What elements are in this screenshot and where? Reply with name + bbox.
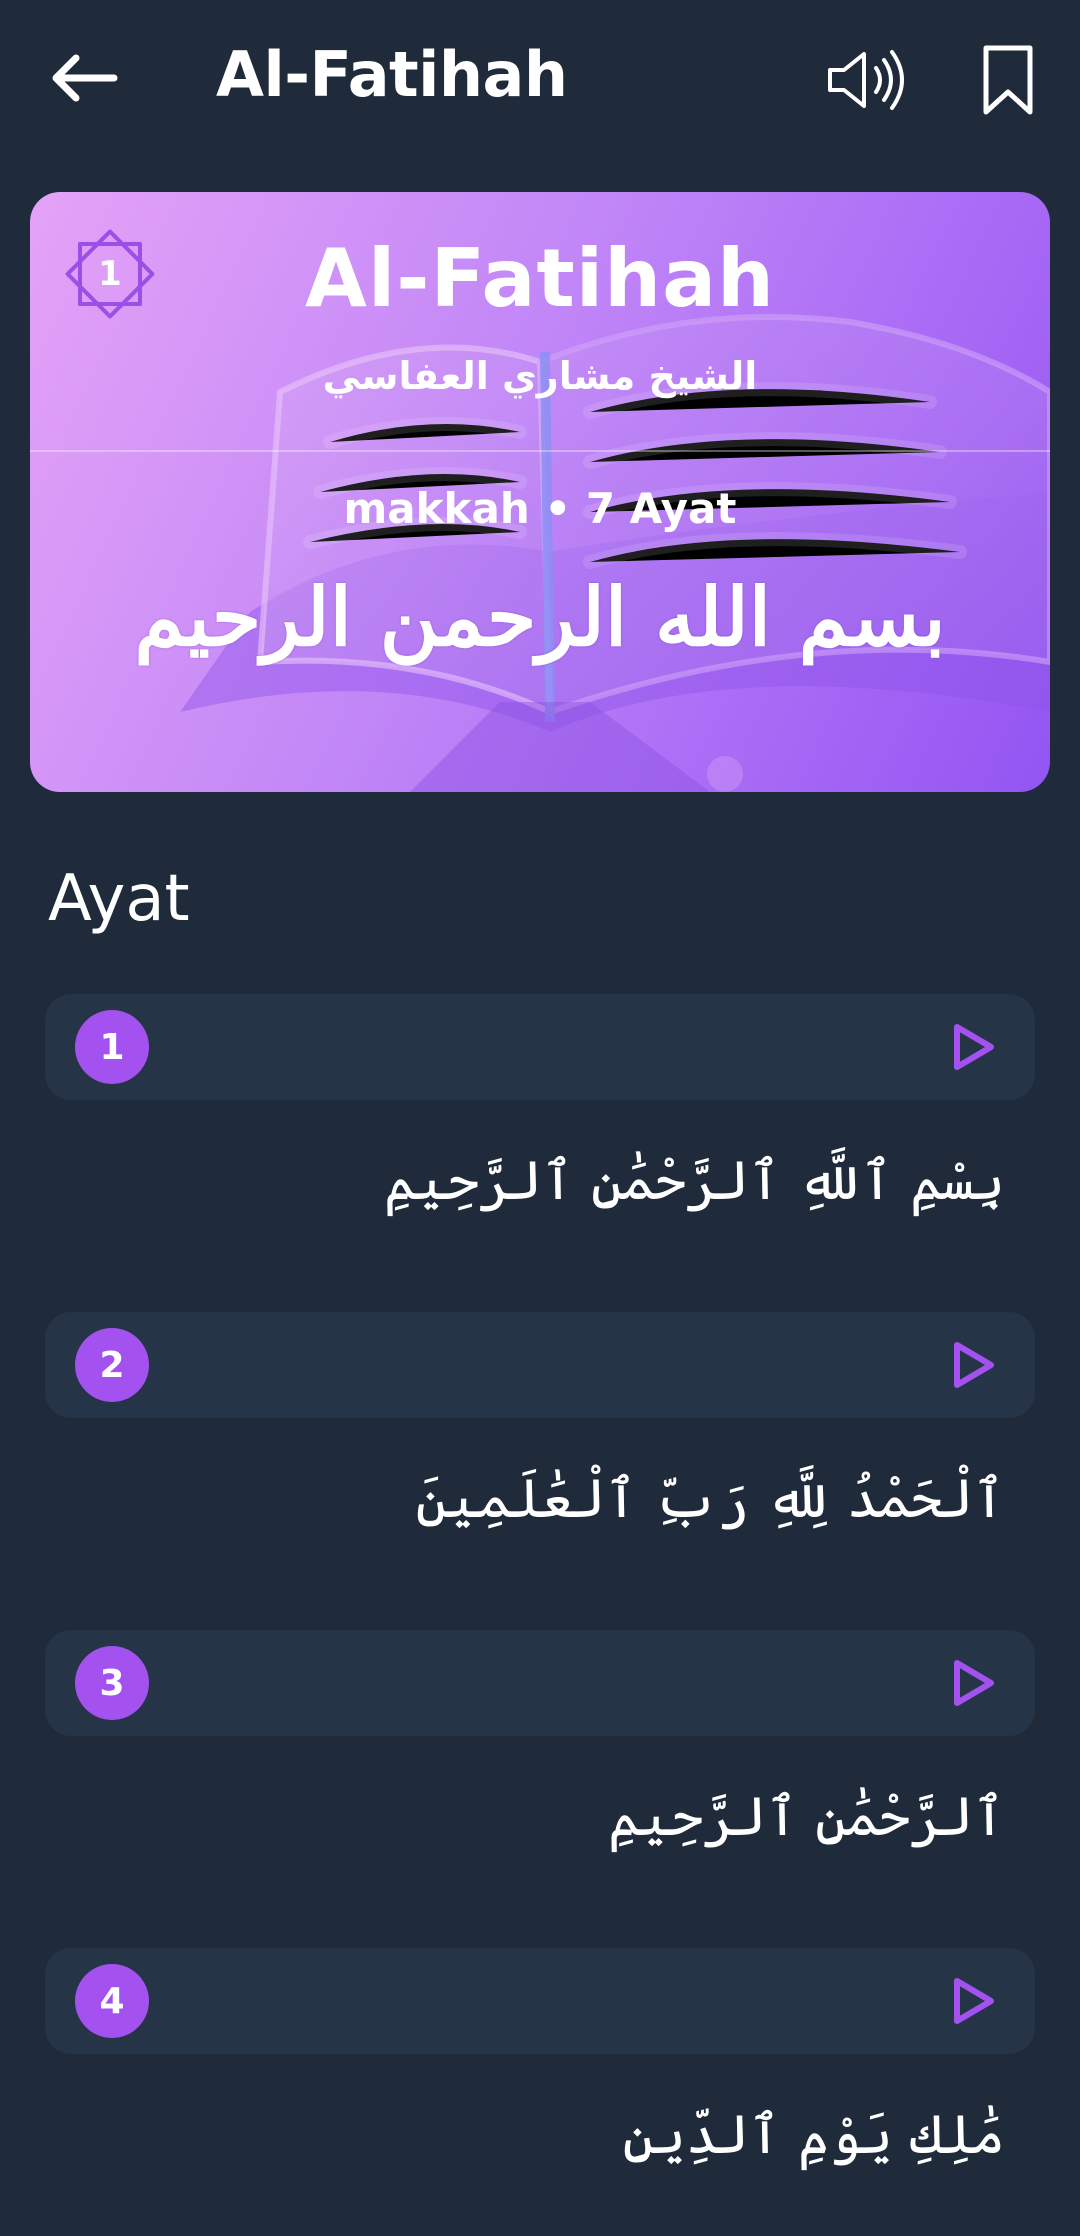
surah-hero-card: 1 Al-Fatihah الشيخ مشاري العفاسي makkah … — [30, 192, 1050, 792]
ayah-item: 4 مَٰلِكِ يَوْمِ ٱلدِّينِ — [45, 1948, 1035, 2180]
play-ayah-button[interactable] — [947, 1021, 999, 1073]
play-ayah-button[interactable] — [947, 1657, 999, 1709]
basmala-calligraphy: بسم الله الرحمن الرحيم — [134, 570, 946, 664]
ayah-arabic-text: مَٰلِكِ يَوْمِ ٱلدِّينِ — [622, 2103, 1005, 2166]
bookmark-button[interactable] — [976, 40, 1040, 120]
play-icon — [954, 1978, 994, 2024]
ayah-number-badge: 3 — [75, 1646, 149, 1720]
page-title: Al-Fatihah — [216, 38, 568, 111]
speaker-icon — [828, 50, 904, 110]
arrow-left-icon — [52, 54, 118, 102]
back-button[interactable] — [44, 40, 124, 120]
ayah-arabic-text: ٱلْحَمْدُ لِلَّهِ رَبِّ ٱلْعَٰلَمِينَ — [415, 1467, 1005, 1530]
reciter-name: الشيخ مشاري العفاسي — [322, 354, 758, 398]
ayah-arabic-text: ٱلرَّحْمَٰنِ ٱلرَّحِيمِ — [608, 1785, 1005, 1848]
surah-meta: makkah • 7 Ayat — [343, 484, 737, 533]
play-icon — [954, 1024, 994, 1070]
ayah-number-badge: 1 — [75, 1010, 149, 1084]
play-ayah-button[interactable] — [947, 1339, 999, 1391]
section-title-ayat: Ayat — [48, 862, 190, 936]
ayah-item: 1 بِسْمِ ٱللَّهِ ٱلرَّحْمَٰنِ ٱلرَّحِيمِ — [45, 994, 1035, 1226]
play-ayah-button[interactable] — [947, 1975, 999, 2027]
play-icon — [954, 1342, 994, 1388]
play-icon — [954, 1660, 994, 1706]
ayah-number-badge: 2 — [75, 1328, 149, 1402]
ayah-item: 2 ٱلْحَمْدُ لِلَّهِ رَبِّ ٱلْعَٰلَمِينَ — [45, 1312, 1035, 1544]
surah-title: Al-Fatihah — [304, 232, 776, 325]
ayah-item: 3 ٱلرَّحْمَٰنِ ٱلرَّحِيمِ — [45, 1630, 1035, 1862]
ayah-header: 2 — [45, 1312, 1035, 1418]
bookmark-icon — [983, 45, 1033, 115]
audio-button[interactable] — [822, 40, 912, 120]
ayah-header: 3 — [45, 1630, 1035, 1736]
ayah-header: 4 — [45, 1948, 1035, 2054]
app-bar: Al-Fatihah — [0, 0, 1080, 160]
ayah-arabic-text: بِسْمِ ٱللَّهِ ٱلرَّحْمَٰنِ ٱلرَّحِيمِ — [383, 1149, 1005, 1212]
ayah-header: 1 — [45, 994, 1035, 1100]
hero-divider — [30, 450, 1050, 452]
ayah-number-badge: 4 — [75, 1964, 149, 2038]
